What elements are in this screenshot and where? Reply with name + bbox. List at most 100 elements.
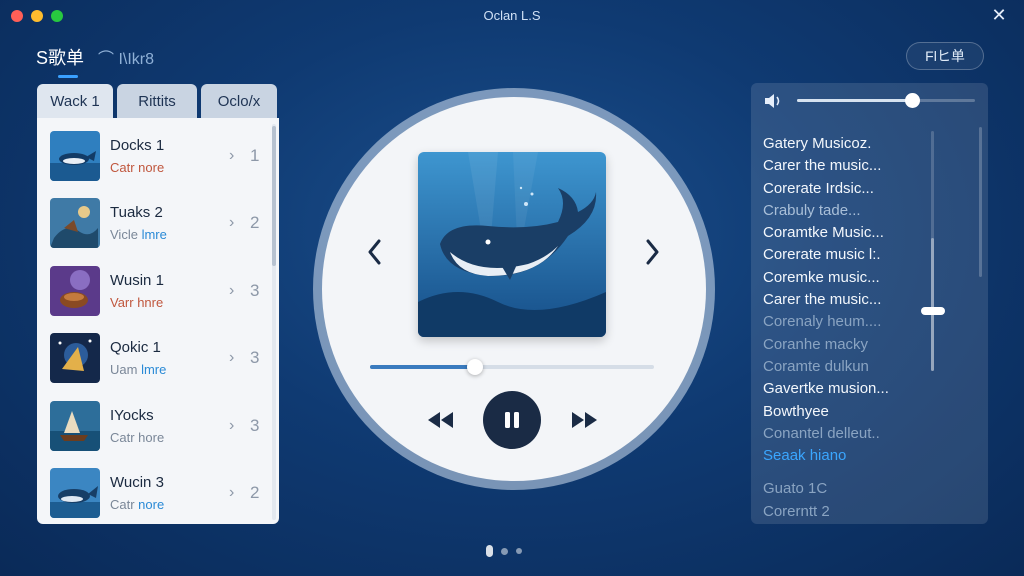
chevron-right-icon[interactable]	[642, 237, 662, 267]
track-subtitle-text: Catr nore	[110, 159, 165, 175]
chevron-right-icon[interactable]: ›	[229, 214, 234, 232]
lyric-line[interactable]: Corerntt 2	[763, 501, 923, 523]
lyric-line[interactable]: Corerate Irdsic...	[763, 178, 923, 200]
lyric-line[interactable]: Coramte dulkun	[763, 356, 923, 378]
close-icon[interactable]: ✕	[990, 6, 1008, 24]
header-right-button[interactable]: Flヒ单	[906, 42, 984, 70]
track-thumbnail	[50, 468, 100, 519]
lyric-line[interactable]: Gatery Musicoz.	[763, 133, 923, 155]
track-number: 3	[250, 348, 260, 368]
track-row[interactable]: Tuaks 2 Vicle lmre › 2	[37, 190, 279, 258]
track-title: Docks 1	[110, 136, 165, 154]
volume-handle[interactable]	[904, 93, 920, 108]
page-dot[interactable]	[516, 548, 522, 554]
track-thumbnail	[50, 198, 100, 249]
track-subtitle-accent: lmre	[141, 227, 167, 243]
track-title: IYocks	[110, 406, 154, 424]
list-scrollbar-thumb[interactable]	[272, 126, 276, 266]
lyric-line[interactable]: Coramtke Music...	[763, 222, 923, 244]
track-meta: Qokic 1 Uam lmre	[110, 339, 220, 377]
lyric-line[interactable]: Guato 1C	[763, 478, 923, 500]
track-meta: Wucin 3 Catr nore	[110, 474, 220, 512]
track-meta: IYocks Catr hore	[110, 407, 220, 445]
track-meta: Wusin 1 Varr hnre	[110, 272, 220, 310]
list-tab-3[interactable]: Oclo/x	[201, 84, 277, 118]
track-subtitle-text: Varr hnre	[110, 294, 164, 310]
track-subtitle-text: Catr hore	[110, 429, 165, 445]
window-title: Oclan L.S	[483, 8, 541, 23]
lyric-line[interactable]: Corerate music l:.	[763, 244, 923, 266]
track-meta: Tuaks 2 Vicle lmre	[110, 204, 220, 242]
lyrics-scrollbar[interactable]	[979, 127, 982, 277]
track-number: 3	[250, 415, 260, 435]
track-title: Tuaks 2	[110, 204, 163, 222]
page-dot[interactable]	[501, 547, 508, 555]
play-pause-button[interactable]	[483, 391, 541, 449]
track-list: Docks 1 Catr nore › 1 Tuaks 2 Vicle lmre…	[37, 118, 279, 524]
volume-fill	[797, 99, 913, 102]
lyric-line[interactable]: Coranhe macky	[763, 334, 923, 356]
track-title: Wusin 1	[110, 271, 164, 289]
track-subtitle: Catr nore	[110, 160, 220, 175]
chevron-right-icon[interactable]: ›	[229, 417, 234, 435]
fast-forward-icon[interactable]	[571, 410, 599, 430]
progress-handle[interactable]	[467, 359, 484, 375]
lyric-line[interactable]: Seaak hiano	[763, 445, 923, 467]
track-meta: Docks 1 Catr nore	[110, 137, 220, 175]
chevron-left-icon[interactable]	[365, 237, 385, 267]
track-row[interactable]: Docks 1 Catr nore › 1	[37, 122, 279, 190]
track-subtitle-accent: nore	[138, 497, 165, 513]
track-number: 2	[250, 213, 260, 233]
track-row[interactable]: Qokic 1 Uam lmre › 3	[37, 325, 279, 393]
lyric-line[interactable]	[763, 467, 923, 478]
lyrics-panel: Gatery Musicoz. Carer the music... Corerat…	[751, 83, 988, 524]
vertical-slider-fill	[931, 238, 934, 371]
track-subtitle-text: Vicle	[110, 227, 142, 243]
page-indicator	[486, 545, 522, 557]
progress-fill	[370, 365, 476, 369]
track-subtitle-text: Catr	[110, 497, 139, 513]
track-subtitle: Varr hnre	[110, 295, 220, 310]
chevron-right-icon[interactable]: ›	[229, 484, 234, 502]
speaker-icon[interactable]	[763, 93, 783, 109]
track-list-panel: Wack 1 Rittits Oclo/x Docks 1 Catr nore …	[37, 84, 279, 524]
tab-playlist[interactable]: S歌单	[36, 44, 84, 78]
track-thumbnail	[50, 400, 100, 451]
tab-secondary[interactable]: ⌒ I\Ikr8	[98, 45, 154, 69]
album-art	[418, 152, 606, 337]
lyric-line[interactable]: Gavertke musion...	[763, 378, 923, 400]
track-thumbnail	[50, 130, 100, 181]
lyric-line[interactable]: Carer the music...	[763, 155, 923, 177]
lyric-line[interactable]: Carer the music...	[763, 289, 923, 311]
pause-icon	[505, 412, 519, 428]
lyric-line[interactable]: Coremke music...	[763, 267, 923, 289]
track-number: 2	[250, 483, 260, 503]
lyric-line[interactable]: Bowthyee	[763, 401, 923, 423]
chevron-right-icon[interactable]: ›	[229, 282, 234, 300]
lyrics-list: Gatery Musicoz. Carer the music... Corerat…	[763, 133, 923, 523]
track-number: 1	[250, 145, 260, 165]
track-thumbnail	[50, 265, 100, 316]
lyric-line[interactable]: Corenaly heum....	[763, 311, 923, 333]
track-number: 3	[250, 280, 260, 300]
page-dot-active[interactable]	[486, 545, 493, 557]
track-subtitle: Vicle lmre	[110, 227, 220, 242]
vertical-slider-handle[interactable]	[921, 307, 945, 315]
track-subtitle: Uam lmre	[110, 362, 220, 377]
chevron-right-icon[interactable]: ›	[229, 147, 234, 165]
list-tab-2[interactable]: Rittits	[117, 84, 197, 118]
track-row[interactable]: Wusin 1 Varr hnre › 3	[37, 257, 279, 325]
list-tabs: Wack 1 Rittits Oclo/x	[37, 84, 279, 118]
lyric-line[interactable]: Conantel delleut..	[763, 423, 923, 445]
track-thumbnail	[50, 333, 100, 384]
track-title: Qokic 1	[110, 339, 161, 357]
chevron-right-icon[interactable]: ›	[229, 349, 234, 367]
lyric-line[interactable]: Crabuly tade...	[763, 200, 923, 222]
track-subtitle-text: Uam	[110, 362, 142, 378]
rewind-icon[interactable]	[426, 410, 454, 430]
track-subtitle: Catr hore	[110, 430, 220, 445]
list-tab-1[interactable]: Wack 1	[37, 84, 113, 118]
track-title: Wucin 3	[110, 474, 164, 492]
track-row[interactable]: IYocks Catr hore › 3	[37, 392, 279, 460]
track-row[interactable]: Wucin 3 Catr nore › 2	[37, 460, 279, 525]
